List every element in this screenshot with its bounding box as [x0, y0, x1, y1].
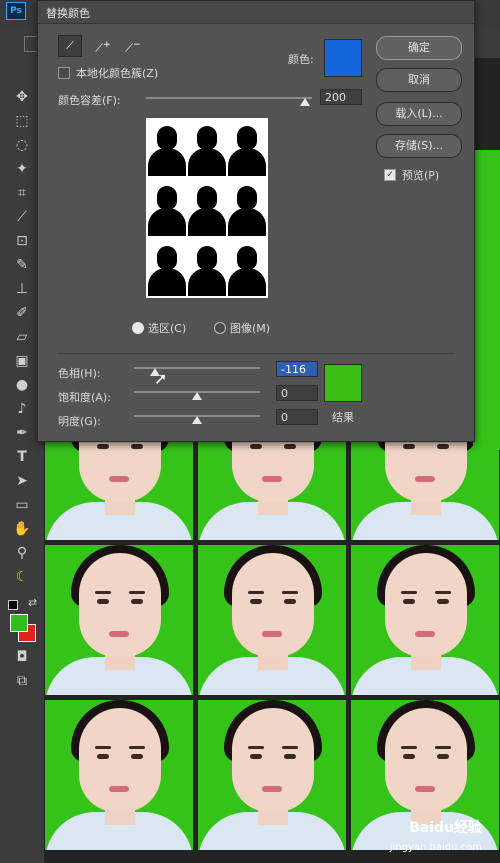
preview-cell [148, 240, 186, 296]
frame-icon[interactable]: ⊡ [12, 232, 32, 250]
photoshop-logo: Ps [6, 2, 26, 20]
preview-label: 预览(P) [402, 169, 440, 182]
hand-icon[interactable]: ✋ [12, 520, 32, 538]
eyedropper-icon[interactable]: ⟋ [12, 208, 32, 226]
eraser-icon[interactable]: ▱ [12, 328, 32, 346]
tolerance-input[interactable]: 200 [320, 89, 362, 105]
cancel-button[interactable]: 取消 [376, 68, 462, 92]
shape-icon[interactable]: ▭ [12, 496, 32, 514]
localized-color-clusters-label: 本地化颜色簇(Z) [76, 67, 159, 80]
result-swatch[interactable] [324, 364, 362, 402]
eyedropper-tool-icon[interactable]: ⟋ [58, 35, 82, 57]
lightness-input[interactable]: 0 [276, 409, 318, 425]
pen-icon[interactable]: ✒ [12, 424, 32, 442]
result-label: 结果 [332, 411, 354, 424]
image-radio-label: 图像(M) [230, 322, 271, 335]
hue-label: 色相(H): [58, 367, 101, 380]
preview-cell [228, 120, 266, 176]
canvas-green-strip [473, 150, 500, 450]
preview-cell [228, 180, 266, 236]
ok-button[interactable]: 确定 [376, 36, 462, 60]
selection-preview[interactable] [146, 118, 268, 298]
stamp-icon[interactable]: ⊥ [12, 280, 32, 298]
eyedropper-subtract-icon[interactable]: ⟋− [122, 35, 144, 55]
watermark-url: jingyan.baidu.com [389, 842, 482, 853]
tolerance-slider-track[interactable] [146, 97, 312, 99]
crop-icon[interactable]: ⌗ [12, 184, 32, 202]
preview-cell [188, 120, 226, 176]
move-icon[interactable]: ✥ [12, 88, 32, 106]
lasso-icon[interactable]: ◌ [12, 136, 32, 154]
foreground-color-swatch[interactable] [10, 614, 28, 632]
selection-radio[interactable] [132, 322, 144, 334]
preview-cell [228, 240, 266, 296]
id-photo [45, 545, 193, 695]
dialog-titlebar[interactable]: 替换颜色 [38, 1, 474, 24]
tolerance-label: 颜色容差(F): [58, 94, 121, 107]
id-photo [45, 700, 193, 850]
replace-color-dialog: 替换颜色 ⟋ ⟋+ ⟋− 颜色: 本地化颜色簇(Z) 颜色容差(F): 200 … [37, 0, 475, 442]
localized-color-clusters-checkbox[interactable] [58, 67, 70, 79]
save-button[interactable]: 存储(S)... [376, 134, 462, 158]
image-radio[interactable] [214, 322, 226, 334]
load-button[interactable]: 载入(L)... [376, 102, 462, 126]
selection-radio-label: 选区(C) [148, 322, 187, 335]
preview-cell [188, 240, 226, 296]
saturation-input[interactable]: 0 [276, 385, 318, 401]
banana-icon[interactable]: ☾ [12, 568, 32, 586]
dialog-title: 替换颜色 [46, 7, 90, 20]
preview-cell [188, 180, 226, 236]
preview-checkbox[interactable]: ✓ [384, 169, 396, 181]
color-swatch[interactable] [324, 39, 362, 77]
lightness-label: 明度(G): [58, 415, 101, 428]
color-label: 颜色: [288, 53, 314, 66]
history-brush-icon[interactable]: ✐ [12, 304, 32, 322]
swap-colors-icon[interactable]: ⇄ [28, 596, 37, 609]
brush-icon[interactable]: ✎ [12, 256, 32, 274]
preview-cell [148, 180, 186, 236]
id-photo [198, 700, 346, 850]
zoom-icon[interactable]: ⚲ [12, 544, 32, 562]
saturation-label: 饱和度(A): [58, 391, 111, 404]
eyedropper-add-icon[interactable]: ⟋+ [92, 35, 114, 55]
marquee-icon[interactable]: ⬚ [12, 112, 32, 130]
watermark-brand: Baidu经验 [409, 820, 482, 836]
blur-icon[interactable]: ● [12, 376, 32, 394]
default-colors-icon[interactable] [8, 600, 18, 610]
tolerance-slider-thumb[interactable] [300, 98, 310, 106]
type-icon[interactable]: T [12, 448, 32, 466]
screen-mode-icon[interactable]: ⧉ [12, 672, 32, 690]
gradient-icon[interactable]: ▣ [12, 352, 32, 370]
preview-cell [148, 120, 186, 176]
lightness-slider-thumb[interactable] [192, 416, 202, 424]
dodge-icon[interactable]: ♪ [12, 400, 32, 418]
quick-mask-icon[interactable]: ◘ [12, 648, 32, 666]
id-photo [198, 545, 346, 695]
hue-input[interactable]: -116 [276, 361, 318, 377]
path-select-icon[interactable]: ➤ [12, 472, 32, 490]
magic-wand-icon[interactable]: ✦ [12, 160, 32, 178]
mouse-cursor-icon: ➚ [154, 369, 168, 388]
id-photo [351, 545, 499, 695]
saturation-slider-thumb[interactable] [192, 392, 202, 400]
divider [58, 353, 454, 354]
